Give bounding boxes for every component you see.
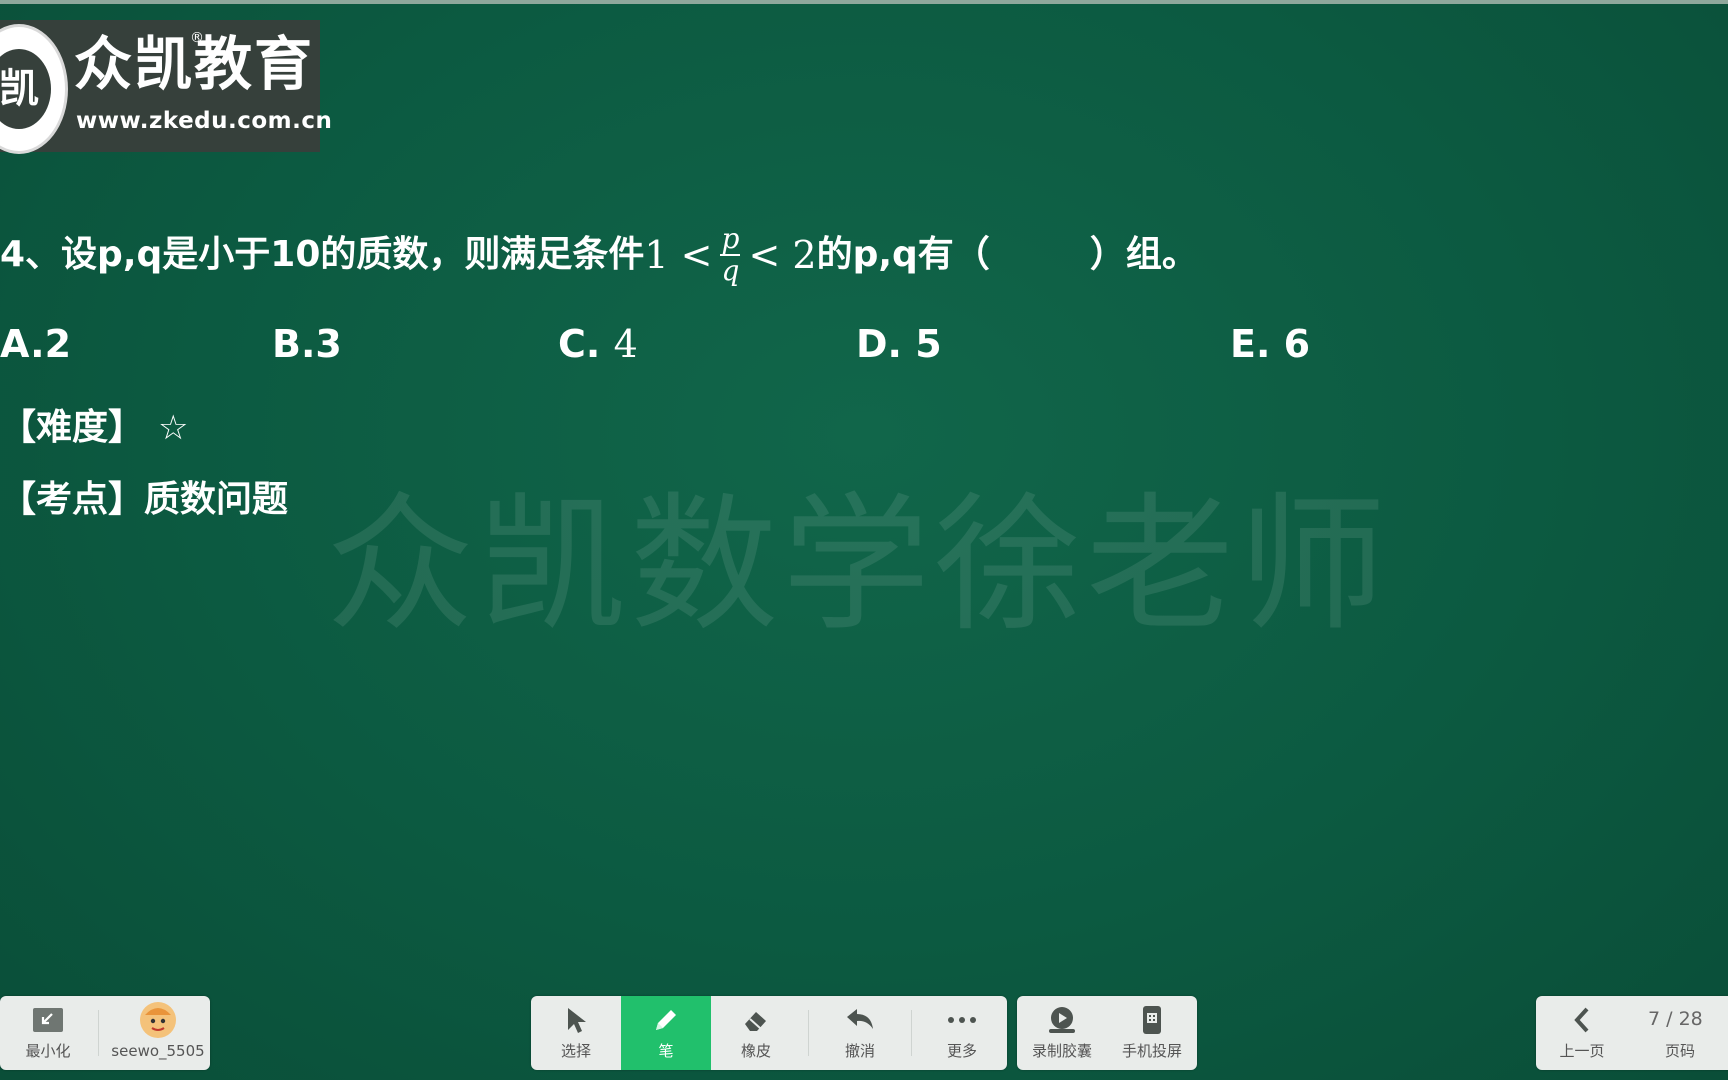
eraser-tool-button[interactable]: 橡皮 [711, 996, 801, 1070]
eraser-tool-label: 橡皮 [740, 1042, 771, 1060]
more-label: 更多 [946, 1042, 977, 1060]
watermark-text: 众凯数学徐老师 [326, 479, 1390, 651]
option-c-label: C. [558, 322, 601, 366]
toolbar-divider [98, 1010, 99, 1056]
option-c: C. 4 [558, 322, 638, 366]
logo-seal: 凯 [0, 24, 68, 154]
fraction-numerator: p [721, 222, 740, 255]
page-number-display: 7 / 28 [1648, 1008, 1703, 1030]
difficulty-row: 【难度】 ☆ [0, 398, 189, 450]
pen-tool-button[interactable]: 笔 [621, 996, 711, 1070]
eraser-icon [711, 996, 801, 1042]
question-prefix: 4、设p,q是小于10的质数，则满足条件 [0, 234, 645, 275]
logo-registered-mark: ® [190, 30, 204, 46]
more-button[interactable]: 更多 [917, 996, 1007, 1070]
option-b-value: 3 [315, 322, 342, 366]
chevron-left-icon [1540, 996, 1624, 1042]
minimize-button[interactable]: 最小化 [8, 996, 88, 1070]
page-label: 页码 [1664, 1042, 1695, 1060]
avatar [108, 996, 208, 1042]
toolbar-divider [911, 1010, 912, 1056]
option-d-value: 5 [915, 322, 942, 366]
inequality-left: 1 < [644, 233, 713, 277]
logo-seal-char: 凯 [0, 49, 51, 129]
record-capsule-label: 录制胶囊 [1031, 1042, 1092, 1060]
option-c-value: 4 [613, 322, 638, 366]
fraction-p-over-q: p q [720, 222, 741, 287]
minimize-icon [8, 996, 88, 1042]
option-a-value: 2 [44, 322, 72, 366]
star-icon: ☆ [158, 408, 189, 448]
minimize-label: 最小化 [25, 1042, 71, 1060]
phone-cast-label: 手机投屏 [1121, 1042, 1182, 1060]
chalkboard-canvas[interactable]: 凯 众凯教育 ® www.zkedu.com.cn 众凯数学徐老师 4、设p,q… [0, 0, 1728, 1080]
option-a-label: A. [0, 322, 45, 366]
topic-value: 质数问题 [144, 479, 289, 520]
more-dots-icon [917, 996, 1007, 1042]
topic-row: 【考点】质数问题 [0, 470, 288, 522]
option-b: B.3 [272, 322, 342, 366]
option-e-value: 6 [1283, 322, 1311, 366]
difficulty-label: 【难度】 [0, 407, 145, 448]
media-toolbar: 录制胶囊 手机投屏 [1017, 996, 1197, 1070]
left-toolbar: 最小化 seewo_5505 [0, 996, 210, 1070]
toolbar-divider [808, 1010, 809, 1056]
pagination-toolbar: 上一页 页码 7 / 28 [1536, 996, 1728, 1070]
fraction-denominator: q [721, 254, 740, 287]
inequality-right: < 2 [748, 233, 817, 277]
option-d: D. 5 [856, 322, 942, 366]
brand-logo: 凯 众凯教育 ® www.zkedu.com.cn [0, 20, 332, 154]
pen-icon [621, 996, 711, 1042]
phone-icon [1107, 996, 1197, 1042]
prev-page-label: 上一页 [1559, 1042, 1605, 1060]
option-a: A.2 [0, 322, 71, 366]
pen-tool-label: 笔 [658, 1042, 674, 1060]
drawing-toolbar: 选择 笔 橡皮 撤消 更多 [531, 996, 1007, 1070]
phone-cast-button[interactable]: 手机投屏 [1107, 996, 1197, 1070]
record-camera-icon [1017, 996, 1107, 1042]
undo-label: 撤消 [844, 1042, 875, 1060]
select-tool-button[interactable]: 选择 [531, 996, 621, 1070]
record-capsule-button[interactable]: 录制胶囊 [1017, 996, 1107, 1070]
logo-url: www.zkedu.com.cn [76, 108, 333, 134]
option-e: E. 6 [1230, 322, 1310, 366]
user-account-button[interactable]: seewo_5505 [108, 996, 208, 1070]
topic-label: 【考点】 [0, 479, 145, 520]
undo-arrow-icon [815, 996, 905, 1042]
option-d-label: D. [856, 322, 902, 366]
option-e-label: E. [1230, 322, 1271, 366]
question-text: 4、设p,q是小于10的质数，则满足条件 1 < p q < 2 的p,q有（ … [0, 224, 1198, 286]
question-suffix-close: ）组。 [1089, 234, 1198, 275]
undo-button[interactable]: 撤消 [815, 996, 905, 1070]
option-b-label: B. [272, 322, 316, 366]
select-tool-label: 选择 [560, 1042, 591, 1060]
question-suffix-open: 的p,q有（ [816, 234, 990, 275]
prev-page-button[interactable]: 上一页 [1540, 996, 1624, 1070]
cursor-arrow-icon [531, 996, 621, 1042]
username-label: seewo_5505 [111, 1042, 205, 1060]
